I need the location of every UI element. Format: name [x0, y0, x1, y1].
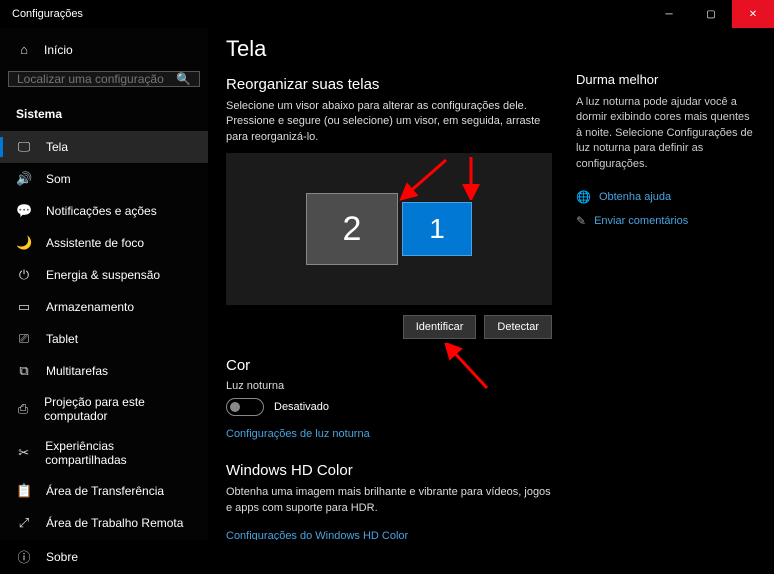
maximize-button[interactable]: ▢ — [690, 0, 732, 28]
detect-button[interactable]: Detectar — [484, 315, 552, 339]
sidebar-item-label: Assistente de foco — [46, 236, 144, 250]
project-icon: ⎙ — [16, 401, 30, 417]
nightlight-toggle[interactable] — [226, 398, 264, 416]
sidebar-item-label: Armazenamento — [46, 300, 134, 314]
sidebar-item-clipboard[interactable]: 📋 Área de Transferência — [0, 475, 208, 507]
multitask-icon: ⧉ — [16, 363, 32, 379]
get-help-link[interactable]: 🌐 Obtenha ajuda — [576, 190, 756, 204]
sidebar-item-armazenamento[interactable]: ▭ Armazenamento — [0, 291, 208, 323]
sidebar-item-experiencias[interactable]: ✂ Experiências compartilhadas — [0, 431, 208, 475]
rearrange-desc: Selecione um visor abaixo para alterar a… — [226, 99, 552, 145]
storage-icon: ▭ — [16, 299, 32, 315]
info-icon: ⓘ — [16, 547, 32, 566]
sidebar-item-energia[interactable]: ⏻ Energia & suspensão — [0, 259, 208, 291]
sidebar-item-sobre[interactable]: ⓘ Sobre — [0, 539, 208, 574]
nightlight-settings-link[interactable]: Configurações de luz noturna — [226, 428, 370, 440]
sidebar-home[interactable]: ⌂ Início — [0, 36, 208, 63]
sidebar: ⌂ Início 🔍 Sistema 🖵 Tela 🔊 Som 💬 Notifi… — [0, 28, 208, 540]
sidebar-item-label: Sobre — [46, 550, 78, 564]
identify-button[interactable]: Identificar — [403, 315, 477, 339]
help-icon: 🌐 — [576, 190, 591, 204]
focus-icon: 🌙 — [16, 235, 32, 251]
title-bar: Configurações ─ ▢ ✕ — [0, 0, 774, 28]
page-title: Tela — [226, 36, 552, 62]
sidebar-item-multitarefas[interactable]: ⧉ Multitarefas — [0, 355, 208, 387]
tablet-icon: ⎚ — [16, 331, 32, 347]
search-icon: 🔍 — [176, 72, 191, 86]
sidebar-item-label: Som — [46, 172, 71, 186]
hdr-heading: Windows HD Color — [226, 462, 552, 479]
clipboard-icon: 📋 — [16, 483, 32, 499]
nightlight-state: Desativado — [274, 401, 329, 413]
search-box[interactable]: 🔍 — [8, 71, 200, 87]
annotation-arrow-icon — [396, 155, 456, 205]
search-input[interactable] — [17, 72, 176, 86]
close-button[interactable]: ✕ — [732, 0, 774, 28]
display-icon: 🖵 — [16, 139, 32, 155]
sidebar-item-label: Multitarefas — [46, 364, 108, 378]
sleep-better-text: A luz noturna pode ajudar você a dormir … — [576, 95, 756, 172]
feedback-icon: ✎ — [576, 214, 586, 228]
monitor-2[interactable]: 2 — [306, 193, 398, 265]
sidebar-item-som[interactable]: 🔊 Som — [0, 163, 208, 195]
sidebar-item-foco[interactable]: 🌙 Assistente de foco — [0, 227, 208, 259]
feedback-link[interactable]: ✎ Enviar comentários — [576, 214, 756, 228]
sidebar-item-projecao[interactable]: ⎙ Projeção para este computador — [0, 387, 208, 431]
annotation-arrow-icon — [456, 155, 486, 200]
home-label: Início — [44, 43, 73, 57]
sidebar-item-label: Experiências compartilhadas — [45, 439, 192, 467]
monitor-1[interactable]: 1 — [402, 202, 472, 256]
sidebar-item-tela[interactable]: 🖵 Tela — [0, 131, 208, 163]
window-title: Configurações — [0, 8, 648, 20]
sound-icon: 🔊 — [16, 171, 32, 187]
power-icon: ⏻ — [16, 267, 32, 283]
sidebar-item-label: Área de Transferência — [46, 484, 164, 498]
hdr-desc: Obtenha uma imagem mais brilhante e vibr… — [226, 485, 552, 516]
home-icon: ⌂ — [16, 42, 32, 57]
nightlight-label: Luz noturna — [226, 380, 552, 392]
sidebar-item-label: Notificações e ações — [46, 204, 157, 218]
sidebar-item-notificacoes[interactable]: 💬 Notificações e ações — [0, 195, 208, 227]
sidebar-item-label: Energia & suspensão — [46, 268, 160, 282]
sidebar-item-label: Projeção para este computador — [44, 395, 192, 423]
sidebar-item-label: Área de Trabalho Remota — [46, 516, 183, 530]
sleep-better-title: Durma melhor — [576, 72, 756, 87]
sidebar-item-tablet[interactable]: ⎚ Tablet — [0, 323, 208, 355]
hdr-settings-link[interactable]: Configurações do Windows HD Color — [226, 530, 408, 540]
remote-icon: ⤢ — [16, 515, 32, 531]
sidebar-item-label: Tela — [46, 140, 68, 154]
sidebar-item-label: Tablet — [46, 332, 78, 346]
display-arrange-area[interactable]: 2 1 — [226, 153, 552, 305]
rearrange-heading: Reorganizar suas telas — [226, 76, 552, 93]
sidebar-item-remoto[interactable]: ⤢ Área de Trabalho Remota — [0, 507, 208, 539]
notifications-icon: 💬 — [16, 203, 32, 219]
shared-icon: ✂ — [16, 445, 31, 461]
minimize-button[interactable]: ─ — [648, 0, 690, 28]
color-heading: Cor — [226, 357, 552, 374]
sidebar-section-label: Sistema — [0, 99, 208, 131]
